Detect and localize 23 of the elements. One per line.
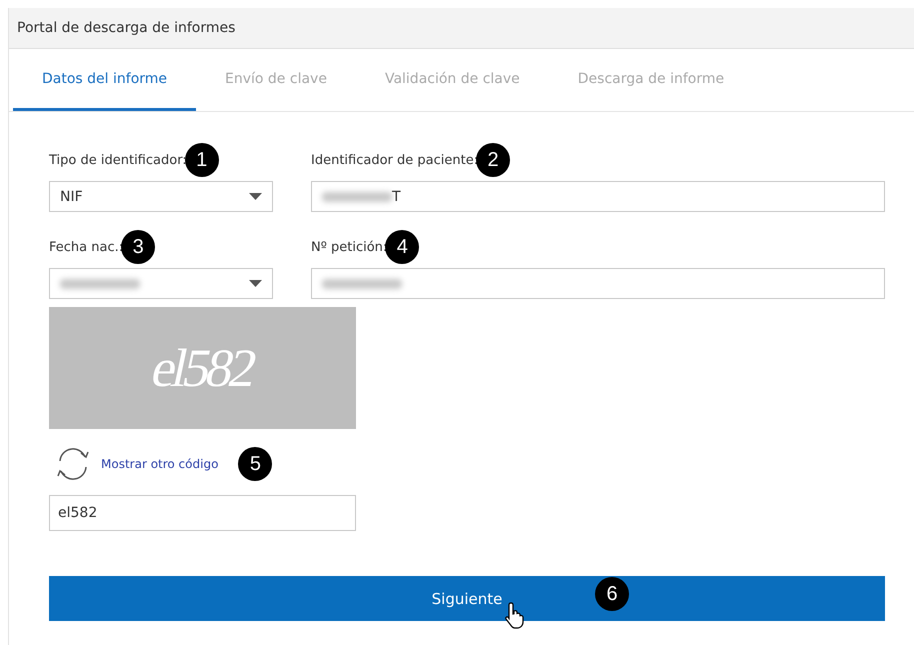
callout-badge: 4 [385, 230, 420, 264]
dropdown[interactable] [49, 268, 273, 299]
callout-badge: 5 [238, 447, 272, 481]
callout-badge: 1 [184, 143, 219, 177]
field-label: Fecha nac.: [49, 240, 124, 254]
code-input-field[interactable]: el582 [49, 495, 356, 531]
dropdown-arrow-icon [249, 280, 262, 287]
input-field[interactable]: T [311, 181, 885, 212]
show-other-code-link[interactable]: Mostrar otro código [101, 457, 218, 471]
field-value: NIF [60, 188, 83, 204]
tab[interactable]: Datos del informe [13, 49, 196, 111]
captcha-text: el582 [146, 337, 260, 399]
dropdown[interactable]: NIF [49, 181, 273, 212]
field-label: Identificador de paciente: [311, 152, 478, 168]
field-value: T [392, 188, 401, 204]
field-label: Nº petición: [311, 240, 388, 254]
refresh-icon [55, 446, 91, 482]
dropdown-arrow-icon [249, 193, 262, 200]
portal-title: Portal de descarga de informes [17, 20, 236, 36]
callout-badge: 3 [121, 230, 156, 264]
field-label: Tipo de identificador: [49, 152, 187, 168]
input-field[interactable] [311, 268, 885, 299]
callout-badge: 2 [476, 143, 510, 177]
